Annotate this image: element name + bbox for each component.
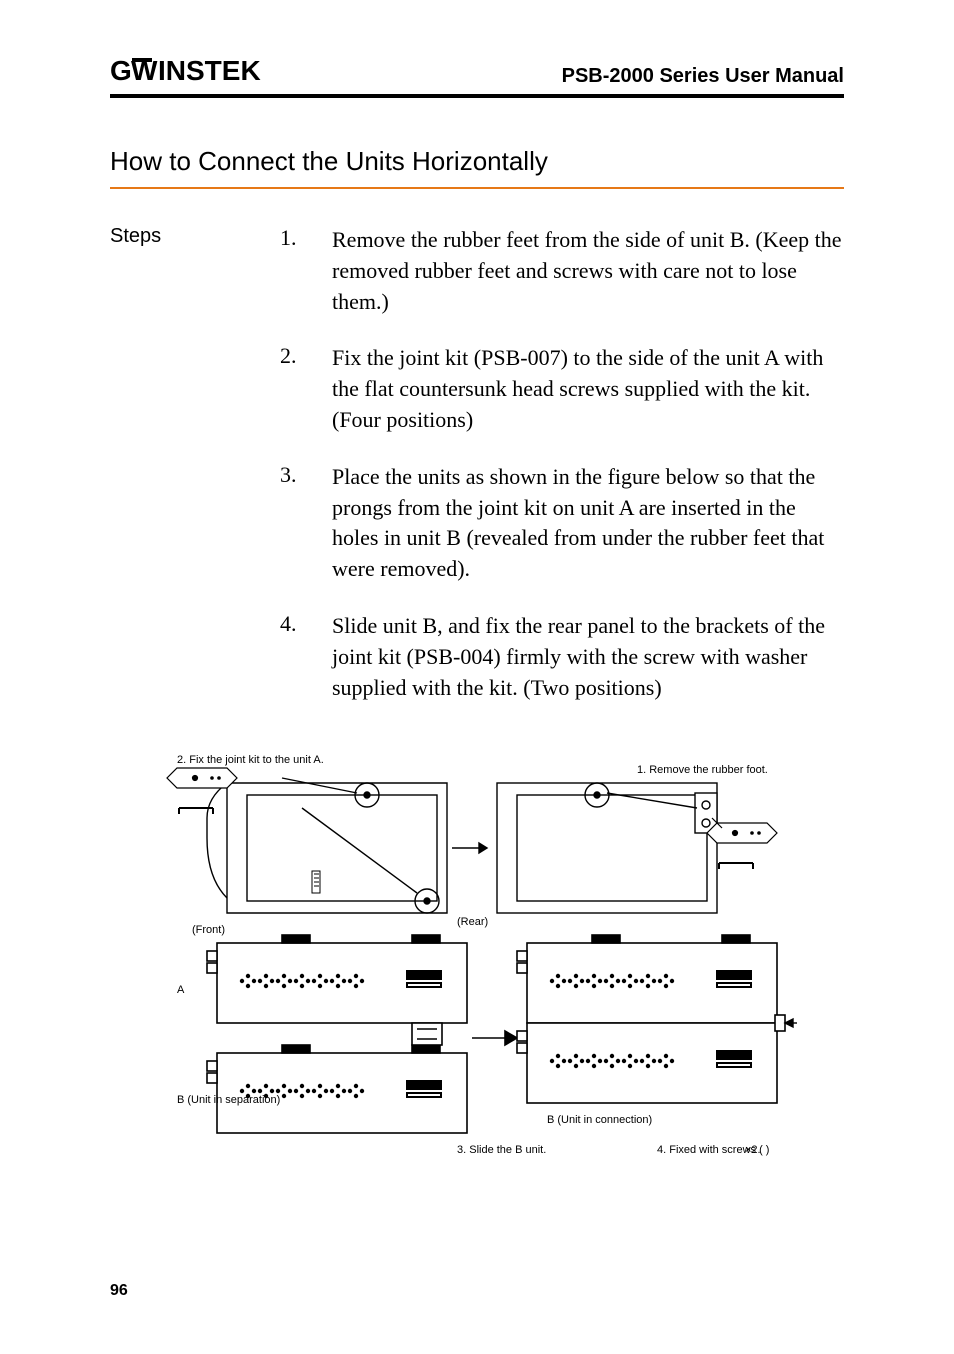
step-text: Place the units as shown in the figure b… [332,462,844,585]
step-item: 1. Remove the rubber feet from the side … [280,225,844,317]
page-number: 96 [110,1282,128,1300]
page-header: G W INSTEK PSB-2000 Series User Manual [110,54,844,98]
manual-title: PSB-2000 Series User Manual [562,65,844,88]
assembly-figure: 2. Fix the joint kit to the unit A. 1. R… [110,753,844,1193]
fig-label-rear: (Rear) [457,916,488,928]
step-text: Fix the joint kit (PSB-007) to the side … [332,343,844,435]
fig-label-step3: 3. Slide the B unit. [457,1144,546,1156]
svg-text:INSTEK: INSTEK [158,55,261,86]
fig-label-unitA: A [177,984,185,996]
step-item: 4. Slide unit B, and fix the rear panel … [280,611,844,703]
brand-logo: G W INSTEK [110,54,290,88]
step-number: 1. [280,225,332,251]
fig-label-unitB-con: B (Unit in connection) [547,1114,652,1126]
step-text: Slide unit B, and fix the rear panel to … [332,611,844,703]
fig-label-times2: ×2. [745,1144,761,1156]
step-number: 2. [280,343,332,369]
step-number: 4. [280,611,332,637]
fig-label-front: (Front) [192,924,225,936]
step-item: 2. Fix the joint kit (PSB-007) to the si… [280,343,844,435]
fig-label-step2: 2. Fix the joint kit to the unit A. [177,754,324,766]
steps-list: 1. Remove the rubber feet from the side … [280,225,844,729]
section-heading: How to Connect the Units Horizontally [110,146,844,189]
step-item: 3. Place the units as shown in the figur… [280,462,844,585]
step-text: Remove the rubber feet from the side of … [332,225,844,317]
fig-label-unitB-sep: B (Unit in separation) [177,1094,280,1106]
step-number: 3. [280,462,332,488]
steps-label: Steps [110,225,280,248]
fig-label-step1: 1. Remove the rubber foot. [637,764,768,776]
steps-block: Steps 1. Remove the rubber feet from the… [110,225,844,729]
svg-text:G: G [110,55,133,86]
